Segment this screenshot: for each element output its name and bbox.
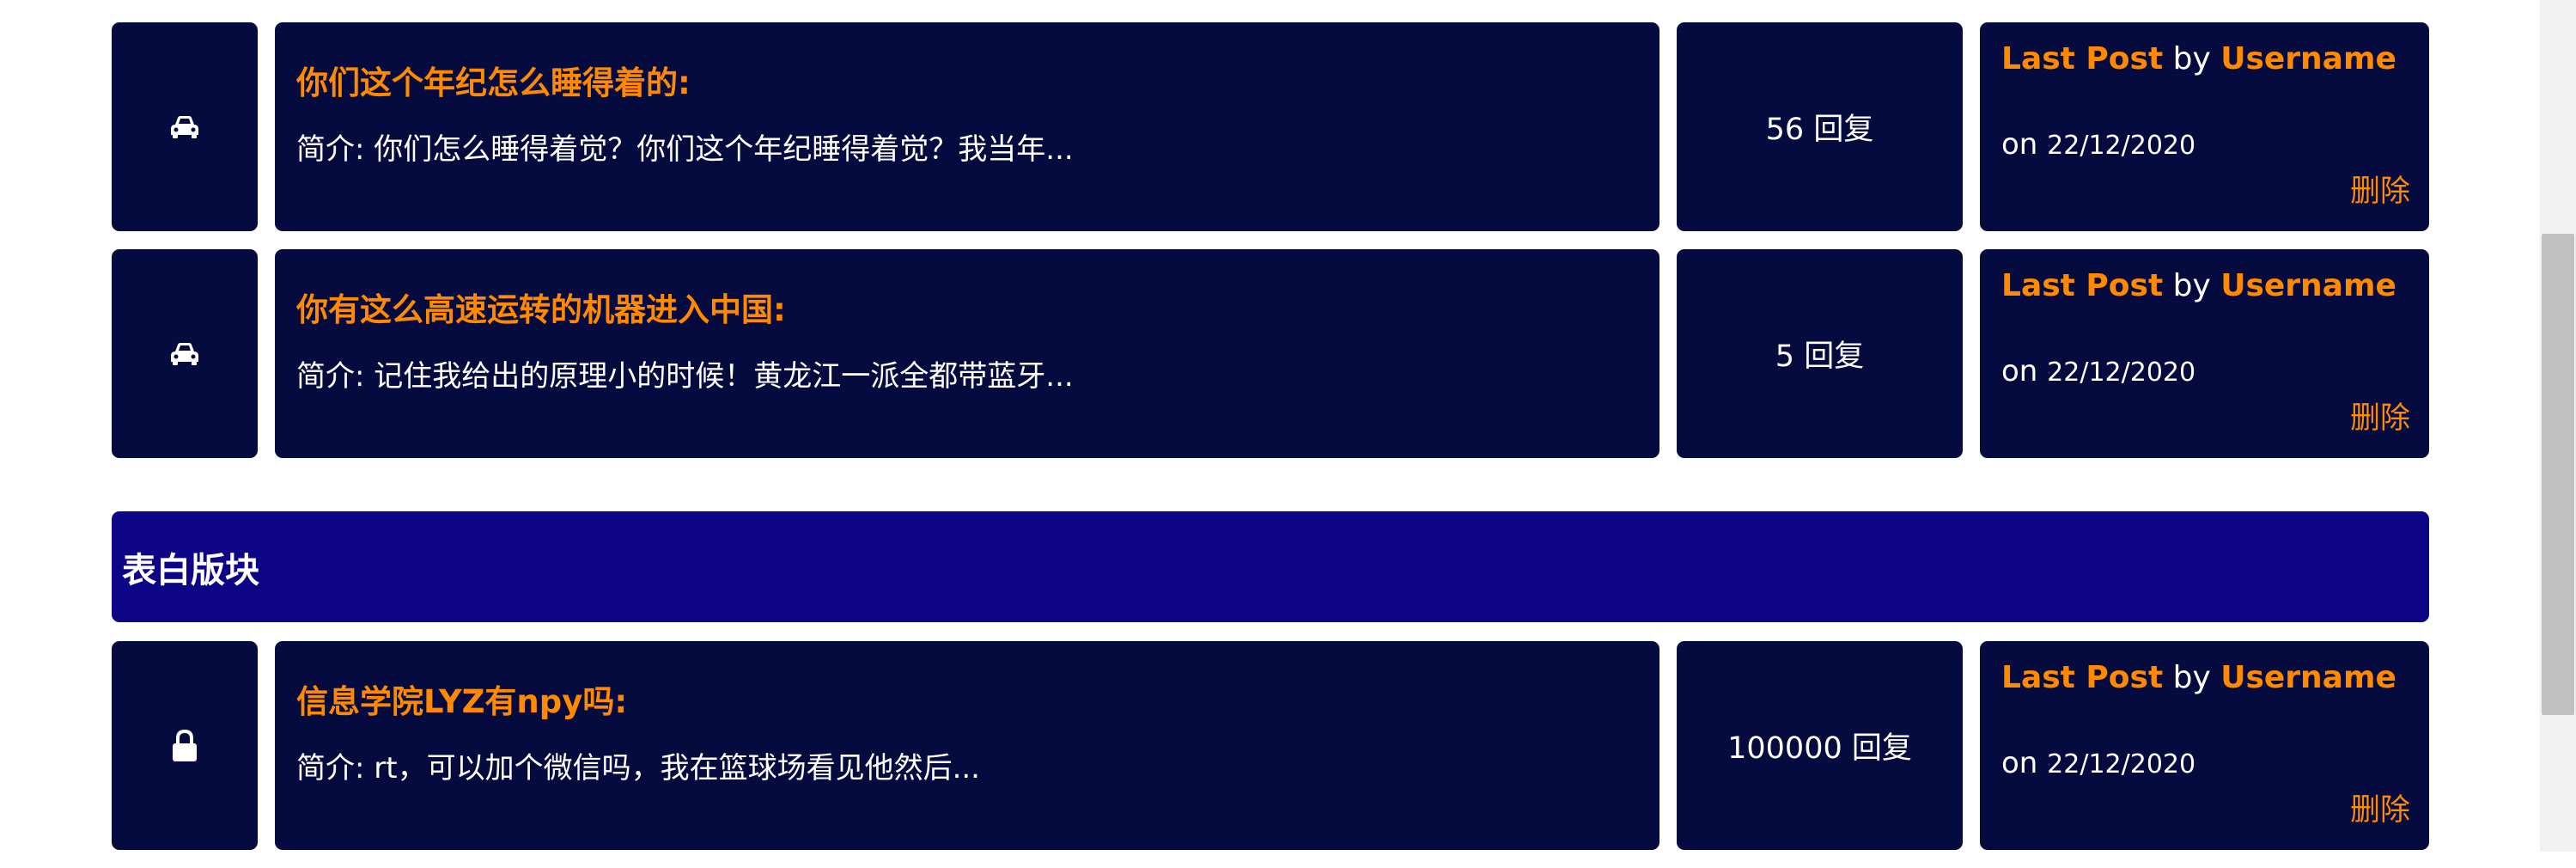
by-label: by (2172, 41, 2211, 76)
reply-count-cell: 56 回复 (1677, 22, 1963, 231)
lock-icon (171, 729, 198, 762)
username-link[interactable]: Username (2220, 41, 2396, 76)
last-post-link[interactable]: Last Post (2001, 268, 2163, 303)
on-label: on (2001, 127, 2038, 162)
section-header: 表白版块 (112, 511, 2429, 622)
on-label: on (2001, 354, 2038, 388)
by-label: by (2172, 268, 2211, 303)
car-icon (169, 342, 200, 366)
post-date-line: on 22/12/2020 (2001, 746, 2195, 780)
last-post-link[interactable]: Last Post (2001, 660, 2163, 695)
post-date: 22/12/2020 (2047, 749, 2196, 779)
last-post-line: Last Post by Username (2001, 660, 2396, 695)
last-post-line: Last Post by Username (2001, 268, 2396, 303)
topic-row: 信息学院LYZ有npy吗: 简介: rt，可以加个微信吗，我在篮球场看见他然后.… (112, 641, 2429, 850)
topic-row: 你们这个年纪怎么睡得着的: 简介: 你们怎么睡得着觉？你们这个年纪睡得着觉？我当… (112, 22, 2429, 231)
topic-icon-cell (112, 22, 258, 231)
delete-button[interactable]: 删除 (2350, 785, 2410, 829)
reply-count-cell: 5 回复 (1677, 249, 1963, 458)
reply-count: 56 回复 (1765, 113, 1874, 147)
topic-list-above (112, 0, 2429, 18)
delete-button[interactable]: 删除 (2350, 167, 2410, 211)
post-date: 22/12/2020 (2047, 358, 2196, 388)
topic-row: 你有这么高速运转的机器进入中国: 简介: 记住我给出的原理小的时候！黄龙江一派全… (112, 249, 2429, 458)
reply-count: 100000 回复 (1727, 731, 1912, 766)
post-date-line: on 22/12/2020 (2001, 127, 2195, 162)
last-post-line: Last Post by Username (2001, 41, 2396, 76)
topic-cell: 信息学院LYZ有npy吗: 简介: rt，可以加个微信吗，我在篮球场看见他然后.… (275, 641, 1659, 850)
reply-count-cell: 100000 回复 (1677, 641, 1963, 850)
topic-title-link[interactable]: 信息学院LYZ有npy吗: (296, 679, 1659, 727)
delete-button[interactable]: 删除 (2350, 394, 2410, 437)
last-post-cell: Last Post by Username on 22/12/2020 删除 (1980, 249, 2429, 458)
topic-icon-cell (112, 249, 258, 458)
reply-count: 5 回复 (1775, 339, 1865, 374)
topic-list-2: 信息学院LYZ有npy吗: 简介: rt，可以加个微信吗，我在篮球场看见他然后.… (112, 641, 2429, 868)
topic-cell: 你们这个年纪怎么睡得着的: 简介: 你们怎么睡得着觉？你们这个年纪睡得着觉？我当… (275, 22, 1659, 231)
last-post-link[interactable]: Last Post (2001, 41, 2163, 76)
forum-page: { "section": { "title": "表白版块" }, "rows"… (0, 0, 2576, 852)
topic-description: 简介: 你们怎么睡得着觉？你们这个年纪睡得着觉？我当年... (296, 132, 1074, 167)
post-date-line: on 22/12/2020 (2001, 354, 2195, 388)
post-date: 22/12/2020 (2047, 131, 2196, 161)
topic-description: 简介: rt，可以加个微信吗，我在篮球场看见他然后... (296, 751, 980, 785)
username-link[interactable]: Username (2220, 268, 2396, 303)
topic-icon-cell (112, 641, 258, 850)
topic-list-1: 你们这个年纪怎么睡得着的: 简介: 你们怎么睡得着觉？你们这个年纪睡得着觉？我当… (112, 22, 2429, 476)
scrollbar-thumb[interactable] (2542, 234, 2574, 715)
last-post-cell: Last Post by Username on 22/12/2020 删除 (1980, 641, 2429, 850)
by-label: by (2172, 660, 2211, 695)
topic-cell: 你有这么高速运转的机器进入中国: 简介: 记住我给出的原理小的时候！黄龙江一派全… (275, 249, 1659, 458)
section-title: 表白版块 (122, 550, 259, 590)
last-post-cell: Last Post by Username on 22/12/2020 删除 (1980, 22, 2429, 231)
car-icon (169, 115, 200, 139)
topic-description: 简介: 记住我给出的原理小的时候！黄龙江一派全都带蓝牙... (296, 359, 1074, 394)
username-link[interactable]: Username (2220, 660, 2396, 695)
topic-title-link[interactable]: 你们这个年纪怎么睡得着的: (296, 60, 1659, 108)
on-label: on (2001, 746, 2038, 780)
topic-title-link[interactable]: 你有这么高速运转的机器进入中国: (296, 287, 1659, 335)
